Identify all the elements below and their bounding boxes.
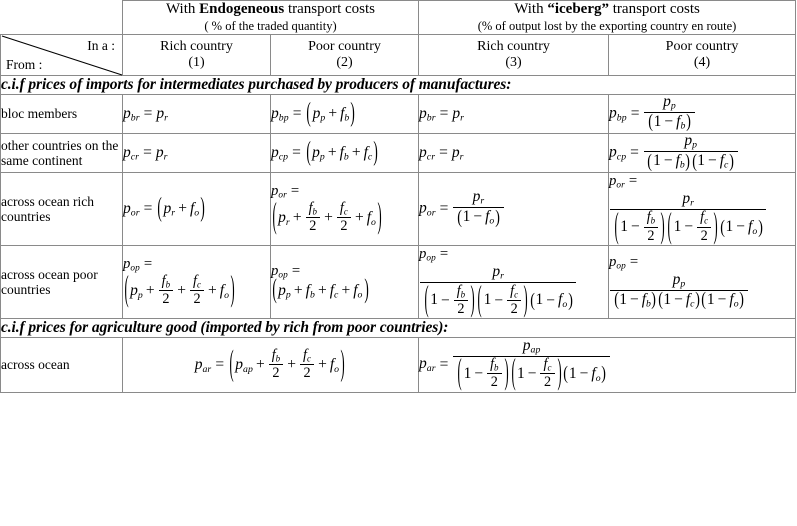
group2-line1-post: transport costs	[609, 1, 700, 17]
column-header-3-number: (3)	[505, 55, 522, 71]
group-header-iceberg: With “iceberg” transport costs (% of out…	[418, 0, 797, 36]
corner-label-in-a: In a :	[87, 38, 115, 54]
table-row-agriculture-across-ocean: across ocean par = (pap + fb 2 + fc 2 + fo) par = pa…	[0, 337, 797, 393]
group2-line1-bold: “iceberg”	[547, 1, 609, 17]
column-header-2: Poor country (2)	[269, 34, 420, 77]
formula-across-ocean-rich-col2: por = (pr + fb 2 + fc 2 + fo)	[269, 172, 420, 247]
section-2-title: c.i.f prices for agriculture good (impor…	[0, 318, 797, 339]
formula-bloc-members-col4: pbp = pp (1− fb)	[608, 93, 797, 135]
column-header-4: Poor country (4)	[608, 34, 797, 77]
row-label-other-countries: other countries on the same continent	[0, 133, 123, 174]
column-header-1-name: Rich country	[160, 38, 233, 54]
formula-other-countries-col3: pcr = pr	[418, 133, 610, 174]
formula-across-ocean-poor-col1: pop = (pp + fb 2 + fc 2 + fo)	[122, 245, 271, 320]
formula-other-countries-col4: pcp = pp (1− fb)(1− fc)	[608, 133, 797, 174]
table-row-across-ocean-poor: across ocean poor countries pop = (pp + fb 2…	[0, 245, 797, 320]
transport-costs-table: With Endogeneous transport costs ( % of …	[0, 0, 797, 393]
group2-line1-pre: With	[514, 1, 548, 17]
column-header-4-number: (4)	[693, 55, 711, 71]
section-2-title-row: c.i.f prices for agriculture good (impor…	[0, 318, 797, 339]
group1-line1-pre: With	[166, 1, 200, 17]
row-label-across-ocean-rich: across ocean rich countries	[0, 172, 123, 247]
row-label-across-ocean-poor: across ocean poor countries	[0, 245, 123, 320]
column-header-4-name: Poor country	[665, 38, 739, 54]
column-header-3: Rich country (3)	[418, 34, 610, 77]
corner-cell-in-a-from: In a : From :	[0, 34, 123, 77]
group1-line1-bold: Endogeneous	[199, 1, 285, 17]
formula-other-countries-col2: pcp = (pp + fb + fc)	[269, 133, 420, 174]
formula-across-ocean-poor-col3: pop = pr (1− fb 2) (1− fc 2) (1− fo)	[418, 245, 610, 320]
corner-label-from: From :	[6, 57, 43, 73]
formula-across-ocean-rich-col3: por = pr (1− fo)	[418, 172, 610, 247]
row-label-bloc-members: bloc members	[0, 94, 123, 135]
column-header-row: In a : From : Rich country (1) Poor coun…	[0, 34, 797, 77]
table-row-across-ocean-rich: across ocean rich countries por = (pr + fo) …	[0, 172, 797, 247]
group1-line1-post: transport costs	[284, 1, 376, 17]
section-1-title: c.i.f prices of imports for intermediate…	[0, 75, 797, 96]
group2-line2: (% of output lost by the exporting count…	[477, 18, 737, 33]
section-1-title-row: c.i.f prices of imports for intermediate…	[0, 75, 797, 96]
column-header-2-number: (2)	[336, 55, 353, 71]
formula-agriculture-iceberg: par = pap (1− fb 2) (1− fc 2) (1− fo)	[418, 337, 797, 393]
column-header-3-name: Rich country	[477, 38, 550, 54]
column-header-1: Rich country (1)	[122, 34, 271, 77]
column-header-1-number: (1)	[188, 55, 205, 71]
column-header-2-name: Poor country	[308, 38, 381, 54]
group1-line2: ( % of the traded quantity)	[204, 18, 337, 33]
table-row-other-countries: other countries on the same continent pc…	[0, 133, 797, 174]
table-row-bloc-members: bloc members pbr = pr pbp = (pp + fb) pbr = pr p…	[0, 93, 797, 135]
formula-across-ocean-poor-col4: pop = pp (1− fb)(1− fc)(1− fo)	[608, 245, 797, 320]
formula-across-ocean-rich-col1: por = (pr + fo)	[122, 172, 271, 247]
group-header-endogeneous: With Endogeneous transport costs ( % of …	[121, 0, 420, 36]
formula-bloc-members-col1: pbr = pr	[122, 94, 271, 135]
formula-across-ocean-poor-col2: pop = (pp + fb + fc + fo)	[269, 245, 420, 320]
formula-other-countries-col1: pcr = pr	[122, 133, 271, 174]
formula-agriculture-endogeneous: par = (pap + fb 2 + fc 2 + fo)	[121, 337, 420, 393]
formula-across-ocean-rich-col4: por = pr (1− fb 2) (1− fc 2) (1− fo)	[608, 172, 797, 247]
formula-bloc-members-col2: pbp = (pp + fb)	[269, 94, 420, 135]
corner-spacer	[0, 0, 123, 35]
row-label-agriculture-across-ocean: across ocean	[0, 337, 123, 393]
formula-bloc-members-col3: pbr = pr	[418, 94, 610, 135]
group-header-row: With Endogeneous transport costs ( % of …	[0, 0, 797, 36]
